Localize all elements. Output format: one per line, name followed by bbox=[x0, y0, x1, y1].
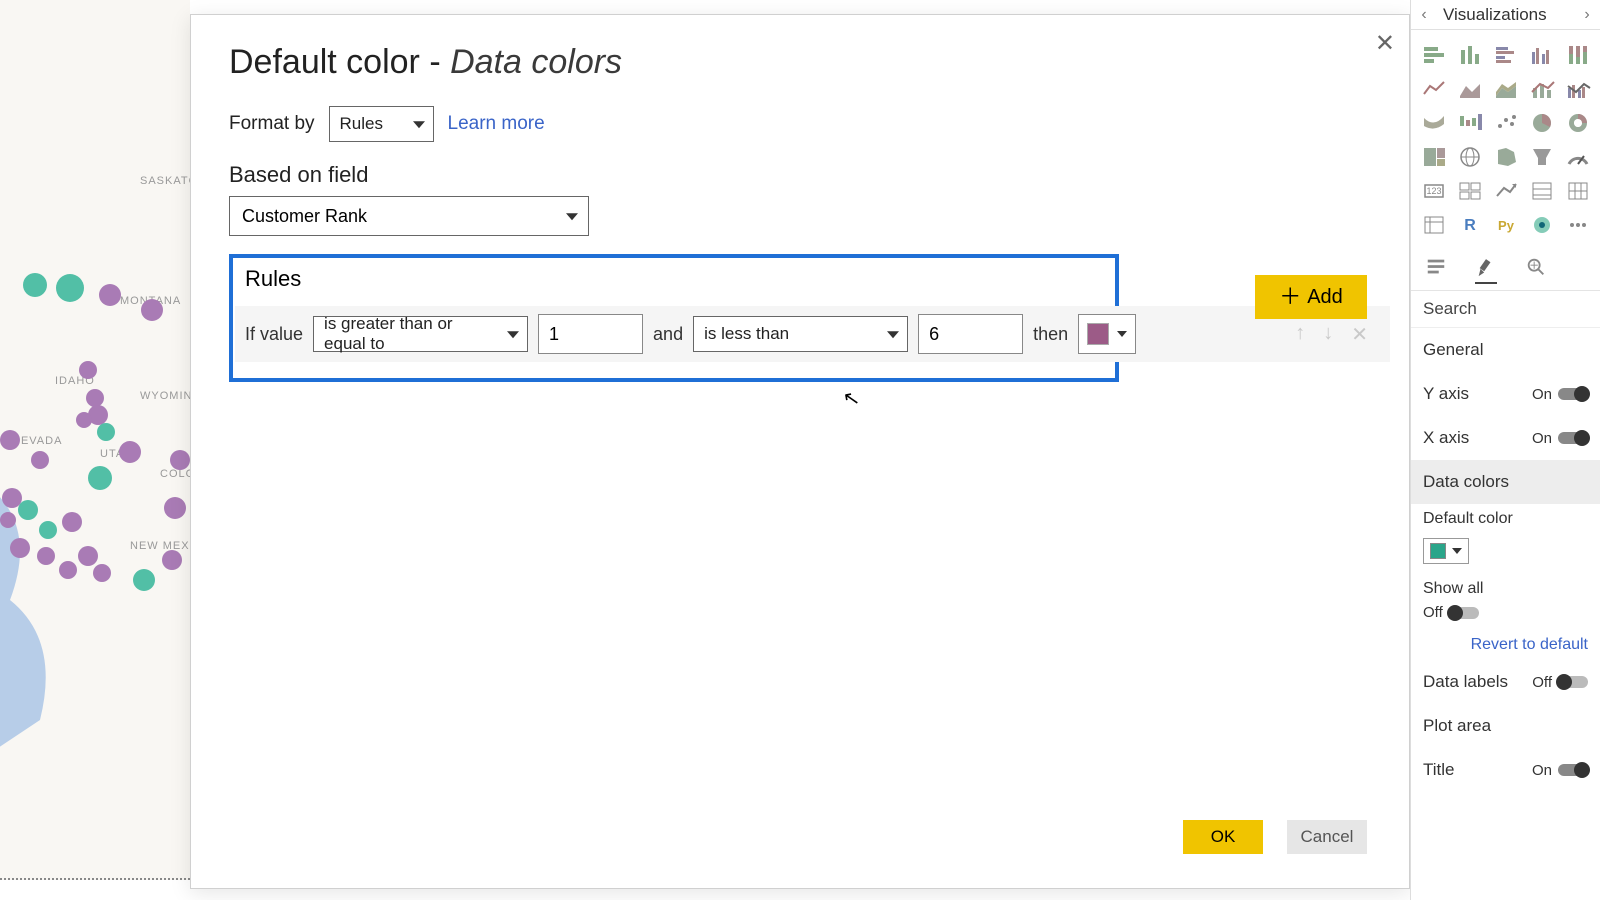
area-chart-icon[interactable] bbox=[1455, 74, 1487, 104]
svg-text:Py: Py bbox=[1498, 218, 1515, 233]
color-swatch bbox=[1430, 543, 1446, 559]
arcgis-icon[interactable] bbox=[1527, 210, 1559, 240]
waterfall-icon[interactable] bbox=[1455, 108, 1487, 138]
then-label: then bbox=[1033, 324, 1068, 345]
python-visual-icon[interactable]: Py bbox=[1491, 210, 1523, 240]
close-icon[interactable]: ✕ bbox=[1375, 29, 1395, 58]
analytics-tab[interactable] bbox=[1525, 256, 1547, 284]
show-all-label: Show all bbox=[1411, 574, 1600, 604]
format-data-labels[interactable]: Data labels Off bbox=[1411, 660, 1600, 704]
learn-more-link[interactable]: Learn more bbox=[448, 113, 545, 135]
conditional-formatting-dialog: ✕ Default color - Data colors Format by … bbox=[190, 14, 1410, 889]
y-axis-toggle[interactable]: On bbox=[1532, 386, 1588, 403]
card-icon[interactable]: 123 bbox=[1419, 176, 1451, 206]
format-data-colors[interactable]: Data colors bbox=[1411, 460, 1600, 504]
delete-rule-icon[interactable]: ✕ bbox=[1351, 322, 1368, 347]
rules-heading: Rules bbox=[245, 266, 1103, 292]
if-value-label: If value bbox=[245, 324, 303, 345]
revert-to-default-link[interactable]: Revert to default bbox=[1411, 630, 1600, 660]
default-color-picker[interactable] bbox=[1423, 538, 1469, 564]
dialog-title: Default color - Data colors bbox=[229, 43, 1371, 82]
slicer-icon[interactable] bbox=[1527, 176, 1559, 206]
line-clustered-column-icon[interactable] bbox=[1563, 74, 1595, 104]
funnel-icon[interactable] bbox=[1527, 142, 1559, 172]
rule-operator-1[interactable]: is greater than or equal to bbox=[313, 316, 528, 352]
search-input[interactable]: Search bbox=[1411, 291, 1600, 328]
and-label: and bbox=[653, 324, 683, 345]
matrix-icon[interactable] bbox=[1419, 210, 1451, 240]
pie-chart-icon[interactable] bbox=[1527, 108, 1559, 138]
stacked-bar-icon[interactable] bbox=[1419, 40, 1451, 70]
pane-nav-prev[interactable]: ‹ bbox=[1411, 6, 1437, 24]
rule-value-1[interactable] bbox=[538, 314, 643, 354]
line-stacked-column-icon[interactable] bbox=[1527, 74, 1559, 104]
format-plot-area[interactable]: Plot area bbox=[1411, 704, 1600, 748]
r-visual-icon[interactable]: R bbox=[1455, 210, 1487, 240]
stacked-area-icon[interactable] bbox=[1491, 74, 1523, 104]
color-swatch bbox=[1087, 323, 1109, 345]
multi-card-icon[interactable] bbox=[1455, 176, 1487, 206]
title-toggle[interactable]: On bbox=[1532, 762, 1588, 779]
filled-map-icon[interactable] bbox=[1491, 142, 1523, 172]
add-rule-button[interactable]: ＋ Add bbox=[1255, 275, 1367, 319]
x-axis-toggle[interactable]: On bbox=[1532, 430, 1588, 447]
default-color-label: Default color bbox=[1411, 504, 1600, 534]
format-title[interactable]: Title On bbox=[1411, 748, 1600, 792]
ok-button[interactable]: OK bbox=[1183, 820, 1263, 854]
fields-tab[interactable] bbox=[1425, 256, 1447, 284]
based-on-field-select[interactable]: Customer Rank bbox=[229, 196, 589, 236]
format-general[interactable]: General bbox=[1411, 328, 1600, 372]
rule-color-picker[interactable] bbox=[1078, 314, 1136, 354]
rule-value-2[interactable] bbox=[918, 314, 1023, 354]
visualizations-title: Visualizations bbox=[1437, 5, 1574, 25]
format-y-axis[interactable]: Y axis On bbox=[1411, 372, 1600, 416]
line-chart-icon[interactable] bbox=[1419, 74, 1451, 104]
format-by-select[interactable]: Rules bbox=[329, 106, 434, 142]
pane-nav-next[interactable]: › bbox=[1574, 6, 1600, 24]
clustered-bar-icon[interactable] bbox=[1491, 40, 1523, 70]
map-icon[interactable] bbox=[1455, 142, 1487, 172]
treemap-icon[interactable] bbox=[1419, 142, 1451, 172]
table-icon[interactable] bbox=[1563, 176, 1595, 206]
scatter-icon[interactable] bbox=[1491, 108, 1523, 138]
rule-row: If value is greater than or equal to and… bbox=[235, 306, 1390, 362]
svg-text:R: R bbox=[1464, 217, 1476, 234]
stacked-column-icon[interactable] bbox=[1455, 40, 1487, 70]
based-on-field-label: Based on field bbox=[229, 162, 1371, 188]
donut-chart-icon[interactable] bbox=[1563, 108, 1595, 138]
kpi-icon[interactable] bbox=[1491, 176, 1523, 206]
format-x-axis[interactable]: X axis On bbox=[1411, 416, 1600, 460]
visualization-type-grid: 123 R Py bbox=[1411, 30, 1600, 250]
format-by-label: Format by bbox=[229, 113, 315, 135]
gauge-icon[interactable] bbox=[1563, 142, 1595, 172]
show-all-toggle[interactable]: Off bbox=[1423, 604, 1479, 621]
hundred-stacked-icon[interactable] bbox=[1563, 40, 1595, 70]
more-visuals-icon[interactable] bbox=[1563, 210, 1595, 240]
format-tab[interactable] bbox=[1475, 256, 1497, 284]
move-down-icon[interactable]: ↓ bbox=[1323, 322, 1333, 347]
rule-operator-2[interactable]: is less than bbox=[693, 316, 908, 352]
map-background: SASKATCH MONTANA IDAHO WYOMING NEVADA UT… bbox=[0, 0, 190, 880]
data-labels-toggle[interactable]: Off bbox=[1532, 674, 1588, 691]
clustered-column-icon[interactable] bbox=[1527, 40, 1559, 70]
ribbon-chart-icon[interactable] bbox=[1419, 108, 1451, 138]
rules-section-highlight: Rules If value is greater than or equal … bbox=[229, 254, 1119, 382]
svg-text:123: 123 bbox=[1426, 186, 1441, 196]
cancel-button[interactable]: Cancel bbox=[1287, 820, 1367, 854]
move-up-icon[interactable]: ↑ bbox=[1295, 322, 1305, 347]
visualizations-pane: ‹ Visualizations › 123 bbox=[1410, 0, 1600, 900]
